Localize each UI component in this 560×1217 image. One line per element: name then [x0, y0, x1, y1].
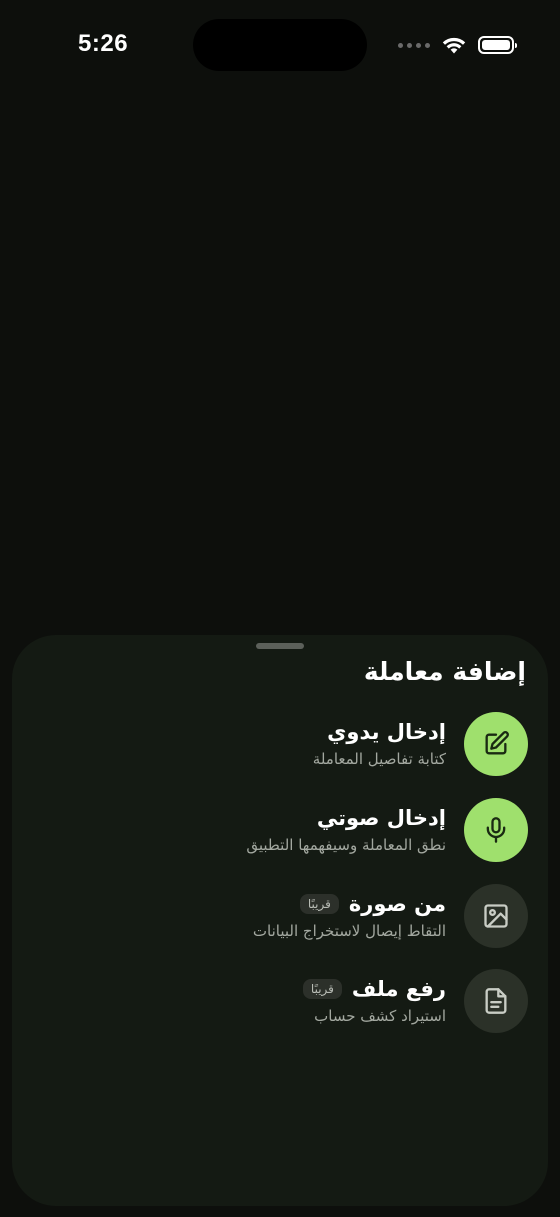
dynamic-island — [193, 19, 367, 71]
status-time: 5:26 — [78, 30, 129, 57]
battery-icon — [478, 36, 517, 54]
image-entry-title: من صورة — [348, 892, 446, 916]
image-entry-option[interactable]: من صورة قريبًا التقاط إيصال لاستخراج الب… — [28, 884, 528, 948]
manual-entry-icon-circle — [464, 712, 528, 776]
coming-soon-badge: قريبًا — [302, 979, 342, 999]
add-transaction-sheet: إضافة معاملة إدخال يدوي كتابة تفاصيل الم… — [12, 635, 548, 1206]
edit-icon — [485, 731, 509, 755]
image-entry-texts: من صورة قريبًا التقاط إيصال لاستخراج الب… — [253, 892, 446, 940]
voice-entry-option[interactable]: إدخال صوتي نطق المعاملة وسيفهمها التطبيق — [28, 798, 528, 862]
file-upload-title: رفع ملف — [351, 977, 446, 1001]
cellular-signal-icon — [398, 42, 430, 48]
file-upload-texts: رفع ملف قريبًا استيراد كشف حساب — [302, 977, 446, 1025]
voice-entry-texts: إدخال صوتي نطق المعاملة وسيفهمها التطبيق — [246, 806, 446, 854]
screen: 5:26 إضافة معاملة إدخال يدوي كتابة تفاصي… — [0, 0, 560, 1217]
wifi-icon — [442, 37, 466, 54]
file-upload-subtitle: استيراد كشف حساب — [314, 1007, 446, 1025]
image-entry-icon-circle — [464, 884, 528, 948]
image-entry-subtitle: التقاط إيصال لاستخراج البيانات — [252, 922, 446, 940]
voice-entry-icon-circle — [464, 798, 528, 862]
manual-entry-subtitle: كتابة تفاصيل المعاملة — [312, 750, 446, 768]
sheet-grabber[interactable] — [256, 643, 304, 649]
image-icon — [484, 904, 508, 928]
file-upload-icon-circle — [464, 969, 528, 1033]
manual-entry-texts: إدخال يدوي كتابة تفاصيل المعاملة — [313, 720, 446, 768]
voice-entry-subtitle: نطق المعاملة وسيفهمها التطبيق — [246, 836, 446, 854]
microphone-icon — [486, 817, 506, 843]
voice-entry-title: إدخال صوتي — [316, 806, 446, 830]
manual-entry-title: إدخال يدوي — [327, 720, 446, 744]
status-indicators — [398, 34, 517, 56]
coming-soon-badge: قريبًا — [299, 894, 339, 914]
file-upload-option[interactable]: رفع ملف قريبًا استيراد كشف حساب — [28, 969, 528, 1033]
file-icon — [485, 988, 507, 1014]
sheet-title: إضافة معاملة — [363, 657, 526, 686]
manual-entry-option[interactable]: إدخال يدوي كتابة تفاصيل المعاملة — [28, 712, 528, 776]
